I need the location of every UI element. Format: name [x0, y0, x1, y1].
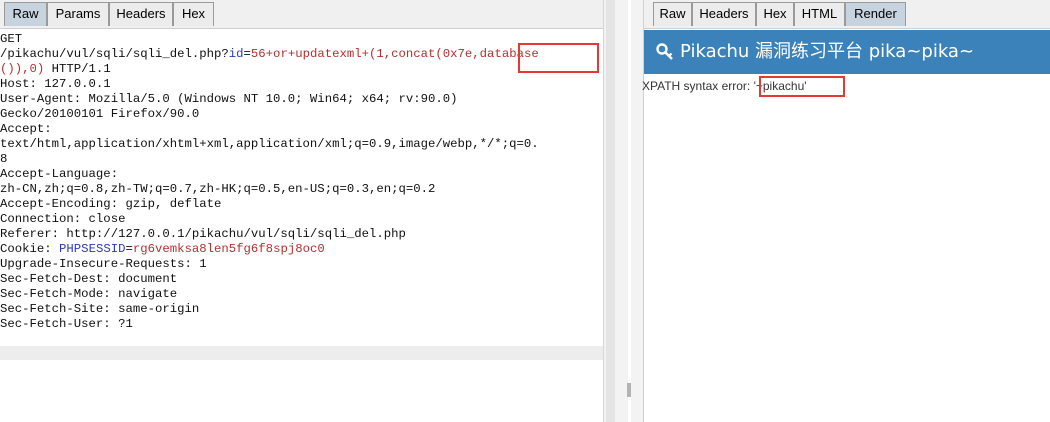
request-line: GET	[0, 32, 23, 46]
request-line: text/html,application/xhtml+xml,applicat…	[0, 137, 539, 151]
request-footer-bar	[0, 346, 603, 360]
tab-raw[interactable]: Raw	[4, 2, 47, 26]
request-line: /pikachu/vul/sqli/sqli_del.php?id=56+or+…	[0, 47, 539, 61]
tab-headers[interactable]: Headers	[109, 2, 173, 26]
request-line: Host: 127.0.0.1	[0, 77, 111, 91]
request-line: Sec-Fetch-Dest: document	[0, 272, 178, 286]
rendered-page-header: Pikachu 漏洞练习平台 pika~pika~	[644, 30, 1050, 74]
request-line: ()),0) HTTP/1.1	[0, 62, 111, 76]
request-line: User-Agent: Mozilla/5.0 (Windows NT 10.0…	[0, 92, 458, 106]
request-line: Sec-Fetch-Site: same-origin	[0, 302, 200, 316]
request-line: 8	[0, 152, 8, 166]
response-pane: Raw Headers Hex HTML Render Pikachu 漏洞练习…	[642, 0, 1050, 422]
request-line: Connection: close	[0, 212, 126, 226]
request-line: Upgrade-Insecure-Requests: 1	[0, 257, 207, 271]
request-scrollbar[interactable]	[603, 0, 617, 422]
request-body[interactable]: GET /pikachu/vul/sqli/sqli_del.php?id=56…	[0, 32, 600, 332]
request-line: Referer: http://127.0.0.1/pikachu/vul/sq…	[0, 227, 406, 241]
request-pane: Raw Params Headers Hex GET /pikachu/vul/…	[0, 0, 603, 422]
request-tab-bar: Raw Params Headers Hex	[0, 0, 603, 29]
key-icon	[656, 43, 673, 60]
request-line: Gecko/20100101 Firefox/90.0	[0, 107, 200, 121]
tab-render[interactable]: Render	[845, 2, 906, 26]
request-line: zh-CN,zh;q=0.8,zh-TW;q=0.7,zh-HK;q=0.5,e…	[0, 182, 436, 196]
request-scrollbar-thumb[interactable]	[606, 0, 615, 422]
tab-hex[interactable]: Hex	[756, 2, 794, 26]
pane-gap	[631, 0, 644, 422]
request-line: Accept:	[0, 122, 52, 136]
error-highlight-box	[759, 76, 845, 97]
pane-splitter[interactable]	[617, 0, 628, 422]
tab-raw[interactable]: Raw	[653, 2, 692, 26]
rendered-page-title: Pikachu 漏洞练习平台 pika~pika~	[680, 41, 975, 62]
tab-headers[interactable]: Headers	[692, 2, 756, 26]
request-line: Sec-Fetch-User: ?1	[0, 317, 133, 331]
payload-highlight-box	[518, 43, 599, 73]
request-line: Accept-Language:	[0, 167, 119, 181]
request-line: Accept-Encoding: gzip, deflate	[0, 197, 222, 211]
request-line: Cookie: PHPSESSID=rg6vemksa8len5fg6f8spj…	[0, 242, 325, 256]
request-line: Sec-Fetch-Mode: navigate	[0, 287, 178, 301]
response-tab-bar: Raw Headers Hex HTML Render	[644, 0, 1050, 29]
tab-html[interactable]: HTML	[794, 2, 845, 26]
tab-hex[interactable]: Hex	[173, 2, 214, 26]
tab-params[interactable]: Params	[47, 2, 109, 26]
